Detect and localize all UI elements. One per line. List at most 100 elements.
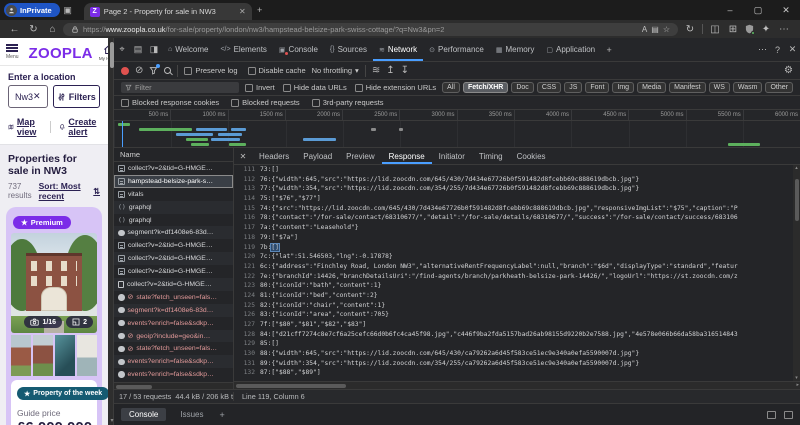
request-row[interactable]: segment?k=df1408e6-83d…: [114, 303, 233, 317]
zoopla-logo[interactable]: zoopla: [29, 45, 93, 62]
tab-actions-icon[interactable]: ▣: [60, 0, 76, 20]
scrollbar-thumb[interactable]: [236, 383, 346, 388]
adblock-extension-icon[interactable]: [745, 24, 755, 35]
dock-side-icon[interactable]: ◨: [146, 44, 162, 55]
request-row[interactable]: () graphql: [114, 200, 233, 214]
request-row[interactable]: () graphql: [114, 214, 233, 227]
drawer-tool-icon[interactable]: [784, 410, 793, 419]
panel-tab-welcome[interactable]: ⌂ Welcome: [162, 38, 214, 61]
browser-essentials-icon[interactable]: ↻: [684, 24, 696, 35]
response-vscrollbar[interactable]: ▴ ▾: [793, 165, 800, 381]
type-filter-css[interactable]: CSS: [536, 82, 562, 93]
browser-tab[interactable]: Z Page 2 - Property for sale in NW3 ✕: [83, 3, 252, 20]
devtools-more-icon[interactable]: ⋯: [755, 44, 770, 55]
record-button[interactable]: [121, 66, 129, 75]
type-filter-js[interactable]: JS: [564, 82, 583, 93]
request-row[interactable]: vitals: [114, 188, 233, 201]
thumbnail[interactable]: [55, 335, 75, 376]
type-filter-other[interactable]: Other: [765, 82, 793, 93]
checkbox-3rd-party-requests[interactable]: 3rd-party requests: [311, 98, 384, 107]
request-row[interactable]: ⊘ state?fetch_unseen=fals…: [114, 342, 233, 355]
response-code[interactable]: 73:[] 76:{"width":645,"src":"https://lid.…: [260, 165, 800, 381]
request-row[interactable]: collect?v=2&tid=G-HMGE…: [114, 239, 233, 252]
clear-icon[interactable]: ⊘: [135, 65, 143, 76]
new-tab-button[interactable]: +: [252, 0, 268, 20]
name-column-header[interactable]: Name: [114, 148, 233, 162]
request-row[interactable]: events?enrich=false&sdkp…: [114, 368, 233, 381]
throttling-select[interactable]: No throttling ▾: [312, 66, 359, 75]
photo-count-badge[interactable]: 1/16: [24, 316, 63, 328]
detail-tab-timing[interactable]: Timing: [472, 148, 510, 164]
favorite-star-icon[interactable]: ☆: [663, 25, 670, 34]
scroll-down-icon[interactable]: ▾: [108, 417, 116, 424]
panel-tab-performance[interactable]: ⊙ Performance: [423, 38, 490, 61]
request-row[interactable]: collect?v=2&tid=G-HMGE…: [114, 265, 233, 278]
response-hscrollbar[interactable]: ▸: [234, 381, 800, 389]
reading-list-icon[interactable]: ▤: [651, 25, 659, 34]
detail-tab-payload[interactable]: Payload: [296, 148, 339, 164]
scrollbar-thumb[interactable]: [794, 179, 799, 221]
request-row[interactable]: events?enrich=false&sdkp…: [114, 355, 233, 369]
feedback-icon[interactable]: [767, 410, 776, 419]
export-har-icon[interactable]: ↧: [401, 65, 409, 76]
clear-input-icon[interactable]: ✕: [33, 91, 41, 102]
back-button[interactable]: ←: [6, 24, 23, 35]
close-window-button[interactable]: ✕: [772, 0, 800, 20]
add-drawer-tab-button[interactable]: +: [219, 410, 224, 420]
network-conditions-icon[interactable]: ≋: [372, 65, 380, 76]
menu-button[interactable]: Menu: [6, 43, 19, 60]
url-field[interactable]: https://www.zoopla.co.uk/for-sale/proper…: [63, 22, 678, 36]
panel-tab-application[interactable]: ▢ Application: [540, 38, 601, 61]
response-viewer[interactable]: 111 112 113 114 115 116 117 118 119 120 121 122 123 1…: [234, 165, 800, 381]
checkbox-hide-extension-urls[interactable]: Hide extension URLs: [354, 83, 436, 92]
checkbox-invert[interactable]: Invert: [245, 83, 275, 92]
request-list-hscrollbar[interactable]: [114, 382, 233, 389]
scroll-up-icon[interactable]: ▴: [793, 165, 800, 171]
request-row[interactable]: events?enrich=false&sdkp…: [114, 317, 233, 330]
drawer-tab-console[interactable]: Console: [121, 408, 167, 421]
type-filter-doc[interactable]: Doc: [511, 82, 534, 93]
devtools-help-icon[interactable]: ?: [770, 45, 785, 55]
request-row[interactable]: ⊘ geoip?include=geo&in…: [114, 329, 233, 343]
checkbox-blocked-requests[interactable]: Blocked requests: [231, 98, 300, 107]
checkbox-hide-data-urls[interactable]: Hide data URLs: [282, 83, 347, 92]
floorplan-badge[interactable]: 2: [66, 316, 93, 328]
network-overview-timeline[interactable]: 500 ms 1000 ms 1500 ms 2000 ms 2500 ms 3000 m…: [114, 110, 800, 148]
inspect-icon[interactable]: ⌖: [114, 44, 130, 55]
panel-tab-memory[interactable]: ▦ Memory: [490, 38, 541, 61]
import-har-icon[interactable]: ↥: [386, 65, 394, 76]
nav-item-my-home[interactable]: My Home: [99, 44, 108, 61]
filter-toggle-icon[interactable]: [149, 64, 161, 75]
request-row[interactable]: collect?v=2&tid=G-HMGE…: [114, 162, 233, 175]
type-filter-media[interactable]: Media: [637, 82, 667, 93]
home-button[interactable]: ⌂: [44, 24, 61, 35]
minimize-button[interactable]: –: [716, 0, 744, 20]
checkbox-preserve-log[interactable]: Preserve log: [184, 66, 238, 75]
detail-tab-initiator[interactable]: Initiator: [432, 148, 472, 164]
type-filter-img[interactable]: Img: [612, 82, 635, 93]
panel-tab-console[interactable]: ▣ Console: [273, 38, 324, 61]
network-settings-gear-icon[interactable]: ⚙: [784, 65, 793, 76]
type-filter-wasm[interactable]: Wasm: [732, 82, 763, 93]
filter-input[interactable]: Filter: [121, 82, 239, 93]
filters-button[interactable]: Filters: [52, 85, 100, 108]
scroll-right-icon[interactable]: ▸: [796, 382, 799, 388]
panel-tab-network[interactable]: ≋ Network: [373, 38, 423, 61]
map-view-link[interactable]: Map view: [8, 117, 41, 137]
inprivate-badge[interactable]: InPrivate: [4, 3, 60, 17]
detail-tab-headers[interactable]: Headers: [252, 148, 296, 164]
type-filter-all[interactable]: All: [442, 82, 460, 93]
detail-tab-response[interactable]: Response: [382, 148, 432, 164]
scrollbar-thumb[interactable]: [116, 384, 152, 389]
sort-button[interactable]: Sort: Most recent ⇅: [39, 181, 100, 201]
property-card[interactable]: ★ Premium 1/16 2 ★ Property of the week …: [6, 207, 108, 425]
thumbnail[interactable]: [33, 335, 53, 376]
request-row[interactable]: segment?k=df1408e6-83d…: [114, 226, 233, 240]
refresh-button[interactable]: ↻: [25, 24, 42, 35]
property-photo[interactable]: 1/16 2: [11, 233, 97, 333]
checkbox-disable-cache[interactable]: Disable cache: [247, 66, 306, 75]
type-filter-font[interactable]: Font: [585, 82, 610, 93]
checkbox-blocked-response-cookies[interactable]: Blocked response cookies: [121, 98, 219, 107]
drawer-tab-issues[interactable]: Issues: [172, 408, 211, 421]
request-row[interactable]: collect?v=2&tid=G-HMGE…: [114, 278, 233, 291]
